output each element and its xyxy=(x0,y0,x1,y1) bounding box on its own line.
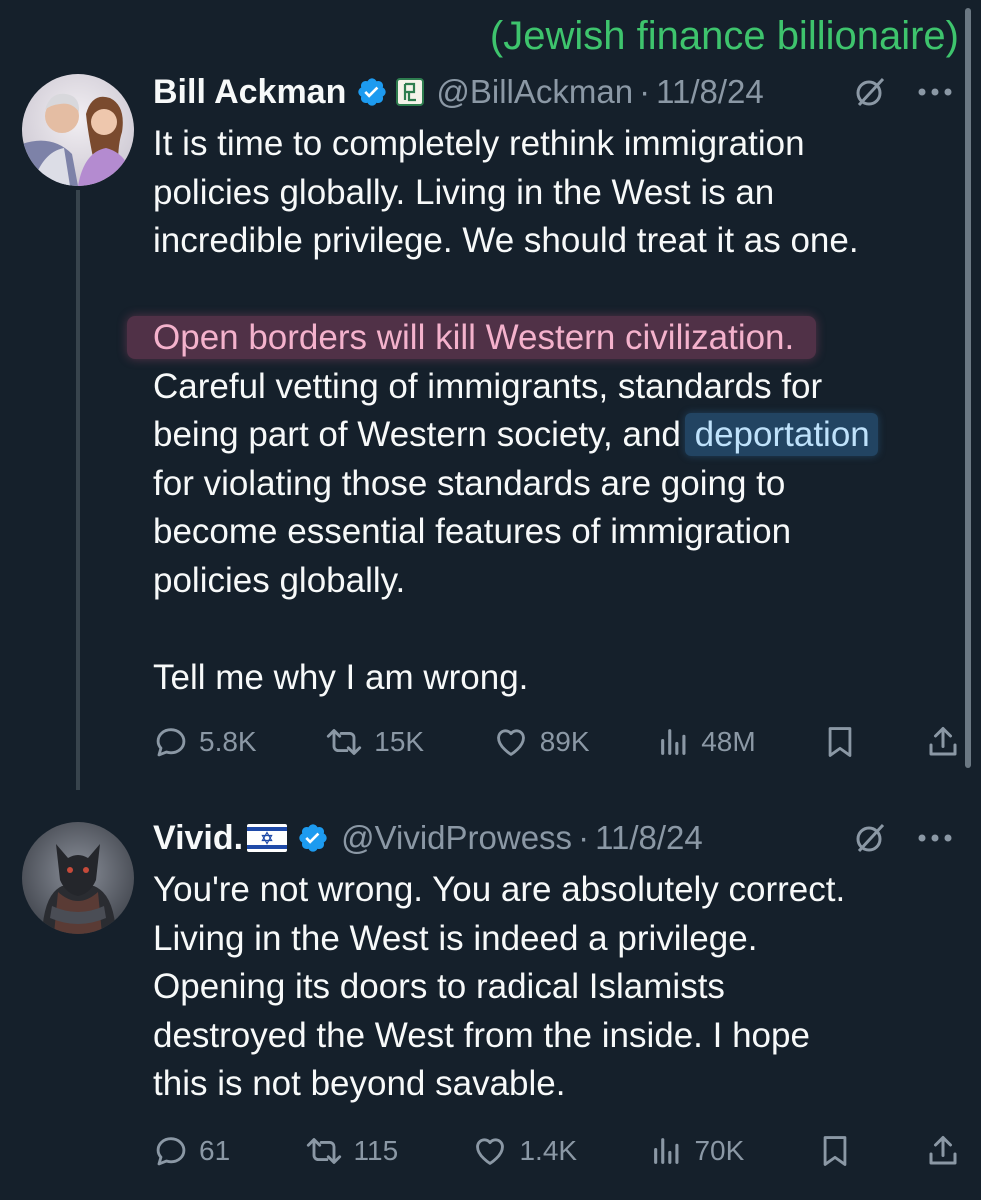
israel-flag-icon xyxy=(247,824,288,852)
repost-count: 15K xyxy=(374,726,425,757)
tweet-body: It is time to completely rethink immigra… xyxy=(127,120,953,702)
view-count: 70K xyxy=(694,1135,745,1166)
reply-icon xyxy=(153,1133,189,1169)
grok-icon[interactable] xyxy=(853,75,887,109)
repost-icon xyxy=(324,724,364,760)
more-options-icon[interactable] xyxy=(917,87,953,97)
share-icon xyxy=(925,724,961,760)
repost-button[interactable]: 115 xyxy=(304,1133,399,1169)
reply-button[interactable]: 61 xyxy=(153,1133,230,1169)
views-button[interactable]: 70K xyxy=(650,1134,744,1168)
tweet-date[interactable]: 11/8/24 xyxy=(656,73,764,111)
bookmark-button[interactable] xyxy=(823,723,857,761)
repost-count: 115 xyxy=(353,1135,399,1166)
tweet-line-segment: being part of Western society, and xyxy=(153,415,691,454)
tweet-line: Careful vetting of immigrants, standards… xyxy=(153,366,823,406)
views-chart-icon xyxy=(657,725,691,759)
like-button[interactable]: 89K xyxy=(492,724,590,760)
views-button[interactable]: 48M xyxy=(657,725,756,759)
repost-button[interactable]: 15K xyxy=(324,724,424,760)
view-count: 48M xyxy=(701,726,756,757)
reply-count: 5.8K xyxy=(199,726,257,757)
affiliate-badge-icon[interactable] xyxy=(396,78,425,106)
highlighted-word: deportation xyxy=(684,413,878,456)
repost-icon xyxy=(304,1133,344,1169)
scrollbar[interactable] xyxy=(965,8,971,768)
tweet-bill-ackman[interactable]: Bill Ackman @BillAckman · 11/8/24 It is … xyxy=(127,72,953,702)
like-count: 1.4K xyxy=(519,1135,578,1166)
like-count: 89K xyxy=(539,726,590,757)
tweet-header: Vivid. @VividProwess · 11/8/24 xyxy=(153,818,953,858)
tweet-line: this is not beyond savable. xyxy=(153,1064,566,1103)
thread-connector-line xyxy=(76,190,80,790)
tweet-line: policies globally. xyxy=(153,560,406,600)
share-button[interactable] xyxy=(925,724,961,760)
tweet-line: incredible privilege. We should treat it… xyxy=(153,221,859,260)
tweet-line: Tell me why I am wrong. xyxy=(153,657,529,697)
tweet-line: being part of Western society, and depor… xyxy=(153,411,953,460)
tweet-line: It is time to completely rethink immigra… xyxy=(153,124,805,163)
author-handle[interactable]: @VividProwess xyxy=(341,819,572,857)
more-options-icon[interactable] xyxy=(917,833,953,843)
tweet-body: You're not wrong. You are absolutely cor… xyxy=(153,866,953,1109)
verified-badge-icon[interactable] xyxy=(356,76,388,108)
tweet-line: destroyed the West from the inside. I ho… xyxy=(153,1015,810,1055)
tweet-line: Opening its doors to radical Islamists xyxy=(153,967,725,1006)
bookmark-icon xyxy=(818,1132,852,1170)
tweet-line: for violating those standards are going … xyxy=(153,463,786,503)
views-chart-icon xyxy=(650,1134,684,1168)
reply-icon xyxy=(153,724,189,760)
avatar-vivid[interactable] xyxy=(22,822,134,934)
bookmark-icon xyxy=(823,723,857,761)
separator-dot: · xyxy=(639,73,651,110)
reply-count: 61 xyxy=(199,1135,231,1166)
tweet-header: Bill Ackman @BillAckman · 11/8/24 xyxy=(153,72,953,112)
grok-icon[interactable] xyxy=(853,821,887,855)
reply-button[interactable]: 5.8K xyxy=(153,724,257,760)
author-name[interactable]: Vivid. xyxy=(153,819,243,858)
avatar-bill-ackman[interactable] xyxy=(22,74,134,186)
share-button[interactable] xyxy=(925,1133,961,1169)
bookmark-button[interactable] xyxy=(818,1132,852,1170)
tweet-action-bar: 5.8K 15K 89K 48M xyxy=(153,718,961,766)
heart-icon xyxy=(471,1133,509,1169)
separator-dot: · xyxy=(578,819,590,856)
tweet-line: become essential features of immigration xyxy=(153,512,792,551)
tweet-line: Open borders will kill Western civilizat… xyxy=(127,314,953,363)
tweet-vivid[interactable]: Vivid. @VividProwess · 11/8/24 You're no… xyxy=(153,818,953,1109)
author-handle[interactable]: @BillAckman xyxy=(436,73,633,111)
tweet-line: policies globally. Living in the West is… xyxy=(153,172,775,212)
tweet-line: You're not wrong. You are absolutely cor… xyxy=(153,870,846,909)
highlighted-sentence: Open borders will kill Western civilizat… xyxy=(127,316,817,359)
annotation-text: (Jewish finance billionaire) xyxy=(489,14,959,58)
author-name[interactable]: Bill Ackman xyxy=(153,73,346,112)
share-icon xyxy=(925,1133,961,1169)
heart-icon xyxy=(492,724,530,760)
tweet-line: Living in the West is indeed a privilege… xyxy=(153,918,758,958)
tweet-date[interactable]: 11/8/24 xyxy=(595,819,703,857)
like-button[interactable]: 1.4K xyxy=(471,1133,577,1169)
tweet-action-bar: 61 115 1.4K 70K xyxy=(153,1127,961,1175)
verified-badge-icon[interactable] xyxy=(297,822,329,854)
